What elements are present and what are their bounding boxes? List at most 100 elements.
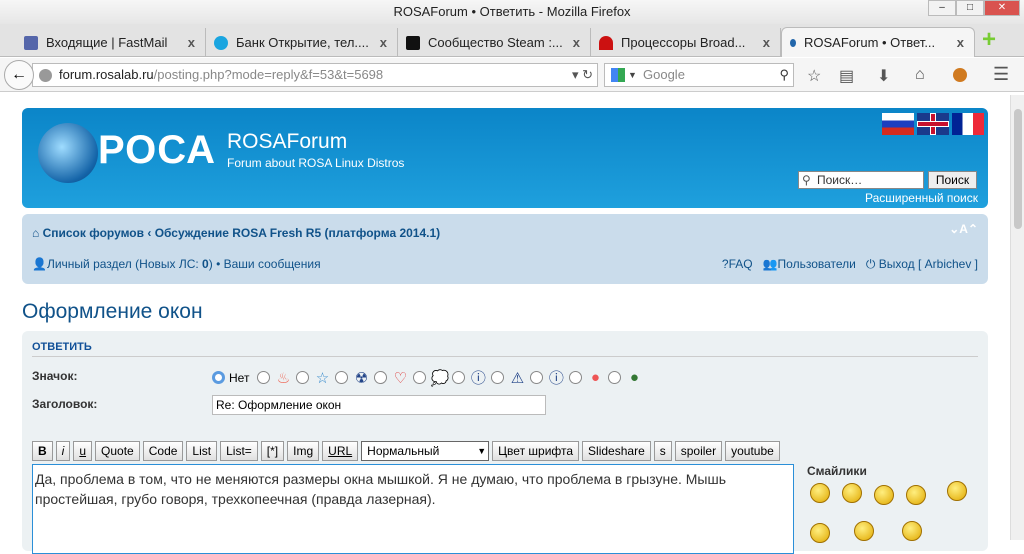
flag-fr-icon[interactable] [952,113,984,135]
icon-radio[interactable] [452,371,466,384]
faq-link[interactable]: FAQ [729,257,753,271]
forum-search-input[interactable]: ⚲ Поиск… [798,171,924,189]
logout-link[interactable]: Выход [ Arbichev ] [879,257,978,271]
forum-search-button[interactable]: Поиск [928,171,977,189]
smiley-icon[interactable] [842,483,862,503]
rosa-icon [790,38,796,47]
bookmarks-list-icon[interactable]: ▤ [839,66,854,86]
flag-ru-icon[interactable] [882,113,914,135]
your-posts-link[interactable]: Ваши сообщения [224,257,321,271]
icon-radio[interactable] [569,371,583,384]
maximize-button[interactable]: □ [956,0,984,16]
icon-radio-none[interactable] [212,371,225,384]
url-bar[interactable]: forum.rosalab.ru/posting.php?mode=reply&… [32,63,598,87]
minimize-button[interactable]: ‒ [928,0,956,16]
tab-label: Сообщество Steam :... [428,35,563,50]
icon-radio[interactable] [296,371,310,384]
scrollbar-thumb[interactable] [1014,109,1022,229]
users-link[interactable]: Пользователи [778,257,856,271]
tab-fastmail[interactable]: Входящие | FastMail x [16,28,206,57]
italic-button[interactable]: i [55,441,71,461]
steam-icon [406,35,420,50]
info-icon: ⓘ [548,370,564,387]
quote-button[interactable]: Quote [95,441,140,461]
back-button[interactable]: ← [4,60,34,90]
slideshare-button[interactable]: Slideshare [582,441,651,461]
icon-none-label: Нет [229,370,250,385]
ordered-list-button[interactable]: List= [220,441,258,461]
smiley-icon[interactable] [810,523,830,543]
fire-icon: ♨ [276,369,291,387]
advanced-search-link[interactable]: Расширенный поиск [865,191,978,205]
img-button[interactable]: Img [287,441,320,461]
angry-face-icon: ● [590,369,600,386]
tab-rosaforum[interactable]: ROSAForum • Ответ... x [781,27,975,57]
menu-icon[interactable]: ☰ [993,64,1009,85]
forum-navbar: ⌂ Список форумов ‹ Обсуждение ROSA Fresh… [22,214,988,284]
bold-button[interactable]: B [32,441,53,461]
tab-steam[interactable]: Сообщество Steam :... x [398,28,591,57]
icon-radio[interactable] [530,371,544,384]
close-window-button[interactable]: ✕ [984,0,1020,16]
tab-bank[interactable]: Банк Открытие, тел.... x [206,28,398,57]
icon-radio[interactable] [491,371,505,384]
user-icon: 👤 [32,257,47,271]
url-button[interactable]: URL [322,441,359,461]
new-tab-button[interactable]: + [982,26,996,54]
smiley-icon[interactable] [854,521,874,541]
tab-label: Входящие | FastMail [46,35,168,50]
page-scrollbar[interactable] [1010,95,1024,540]
smiley-icon[interactable] [906,485,926,505]
spoiler-button[interactable]: spoiler [674,441,723,461]
youtube-button[interactable]: youtube [725,441,780,461]
reload-icon[interactable]: ▾ ↻ [572,64,593,86]
subject-input[interactable]: Re: Оформление окон [212,395,546,415]
font-size-label: A [959,222,968,236]
tab-close-icon[interactable]: x [763,35,770,50]
code-button[interactable]: Code [142,441,184,461]
addon-icon[interactable] [953,68,967,82]
logo-text: РОСА [98,128,217,172]
icon-radio[interactable] [374,371,388,384]
list-item-button[interactable]: [*] [260,441,285,461]
downloads-icon[interactable]: ⬇ [877,66,890,86]
breadcrumb-forum[interactable]: Обсуждение ROSA Fresh R5 (платформа 2014… [155,226,440,240]
pm-count[interactable]: 0 [202,257,209,271]
icon-radio[interactable] [413,371,427,384]
font-color-button[interactable]: Цвет шрифта [492,441,580,461]
tab-close-icon[interactable]: x [380,35,387,50]
search-icon[interactable]: ⚲ [779,64,789,86]
reply-form: ОТВЕТИТЬ Значок: Нет ♨ ☆ ☢ ♡ 💭 ⓘ ⚠ ⓘ ● ●… [22,331,988,554]
smiley-icon[interactable] [874,485,894,505]
personal-link[interactable]: Личный раздел [47,257,132,271]
underline-button[interactable]: u [73,441,93,461]
search-engine-input[interactable]: ▼ Google ⚲ [604,63,794,87]
icon-radio[interactable] [335,371,349,384]
icon-radio[interactable] [608,371,622,384]
tab-processors[interactable]: Процессоры Broad... x [591,28,781,57]
site-name[interactable]: ROSAForum [227,130,347,154]
strike-button[interactable]: s [653,441,672,461]
list-button[interactable]: List [186,441,218,461]
tab-close-icon[interactable]: x [957,35,964,50]
tab-close-icon[interactable]: x [573,35,580,50]
font-size-select[interactable]: Нормальный [361,441,490,461]
smiley-icon[interactable] [902,521,922,541]
home-icon[interactable]: ⌂ [915,66,925,84]
smiley-icon[interactable] [947,481,967,501]
topic-title[interactable]: Оформление окон [22,300,203,324]
smiley-icon[interactable] [810,483,830,503]
search-icon: ⚲ [802,173,811,187]
users-icon: 👥 [762,257,778,271]
font-size-toggle[interactable]: ⌄A⌃ [949,222,978,236]
icon-radio[interactable] [257,371,271,384]
message-textarea[interactable]: Да, проблема в том, что не меняются разм… [32,464,794,554]
tab-close-icon[interactable]: x [188,35,195,50]
icon-label: Значок: [32,369,78,383]
breadcrumb-home[interactable]: Список форумов [43,226,144,240]
flag-uk-icon[interactable] [917,113,949,135]
url-path: /posting.php?mode=reply&f=53&t=5698 [153,67,384,82]
breadcrumb: ⌂ Список форумов ‹ Обсуждение ROSA Fresh… [32,226,440,240]
bookmark-star-icon[interactable]: ☆ [807,66,821,86]
search-placeholder: Google [643,67,685,82]
